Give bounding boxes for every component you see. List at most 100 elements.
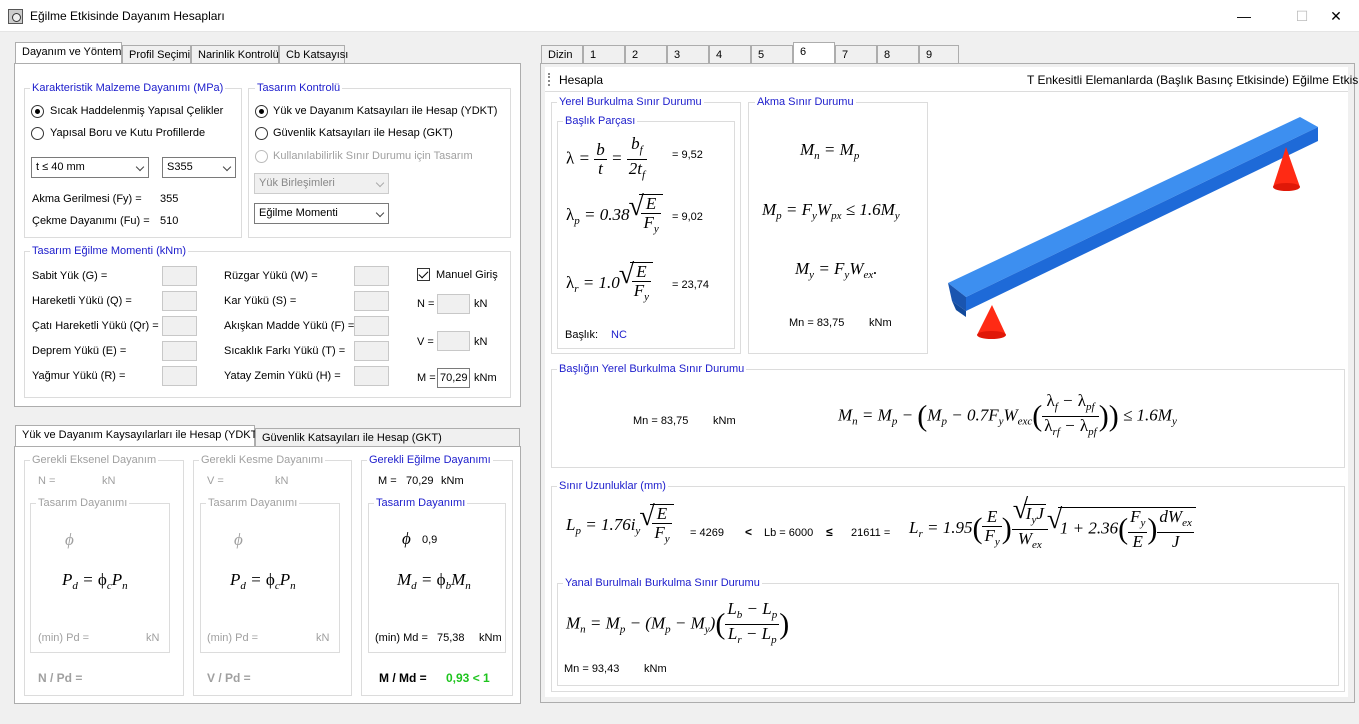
shear-v-unit: kN [275,475,289,487]
tab-2[interactable]: 2 [625,45,667,64]
load-combination-combo[interactable]: Yük Birleşimleri [254,173,389,194]
minimize-button[interactable]: — [1221,0,1267,32]
shear-design-title: Tasarım Dayanımı [206,497,300,509]
bending-md-unit: kNm [479,632,502,644]
radio-ydkt[interactable] [255,105,268,118]
radio-gkt[interactable] [255,127,268,140]
toolbar-heading: T Enkesitli Elemanlarda (Başlık Basınç E… [1027,73,1359,87]
bending-m-unit: kNm [441,475,464,487]
flb-mn-value: Mn = 83,75 [633,415,689,427]
thickness-value: t ≤ 40 mm [36,161,85,173]
tab-cb-katsayisi[interactable]: Cb Katsayısı [279,45,348,64]
radio-serviceability-label: Kullanılabilirlik Sınır Durumu için Tasa… [273,150,473,162]
flb-formula: Mn = Mp − (Mp − 0.7FyWexc(λf − λpf λrf − … [838,391,1177,439]
tab-6[interactable]: 6 [793,42,835,64]
m-input[interactable]: 70,29 [437,368,470,388]
yield-formula-3: My = FyWex. [795,259,878,281]
close-button[interactable]: ✕ [1313,0,1359,32]
load-r-label: Yağmur Yükü (R) = [32,370,126,382]
material-title: Karakteristik Malzeme Dayanımı (MPa) [30,82,226,94]
load-qr-input[interactable] [162,316,197,336]
axial-formula: Pd = ϕcPn [62,570,128,592]
axial-ratio: N / Pd = [38,671,83,685]
window-title: Eğilme Etkisinde Dayanım Hesapları [30,9,225,23]
right-support-base [1273,183,1300,191]
flb-mn-unit: kNm [713,415,736,427]
bending-md-value: 75,38 [437,632,465,644]
effect-combo[interactable]: Eğilme Momenti [254,203,389,224]
load-f-input[interactable] [354,316,389,336]
shear-title: Gerekli Kesme Dayanımı [199,454,326,466]
load-e-input[interactable] [162,341,197,361]
fu-label: Çekme Dayanımı (Fu) = [32,215,150,227]
chevron-down-icon [222,162,232,172]
tab-gkt[interactable]: Güvenlik Katsayıları ile Hesap (GKT) [255,428,520,447]
yield-mn-unit: kNm [869,317,892,329]
load-q-input[interactable] [162,291,197,311]
tab-4[interactable]: 4 [709,45,751,64]
bending-phi: ϕ [402,529,411,548]
shear-v-label: V = [207,475,224,487]
tab-9[interactable]: 9 [919,45,959,64]
axial-n-unit: kN [102,475,116,487]
radio-hot-rolled-label: Sıcak Haddelenmiş Yapısal Çelikler [50,105,224,117]
beam-side [966,127,1318,311]
bending-title: Gerekli Eğilme Dayanımı [367,454,493,466]
fy-value: 355 [160,193,179,205]
bending-phi-value: 0,9 [422,534,438,546]
load-e-label: Deprem Yükü (E) = [32,345,127,357]
load-s-input[interactable] [354,291,389,311]
tab-7[interactable]: 7 [835,45,877,64]
radio-hollow-sections-label: Yapısal Boru ve Kutu Profillerde [50,127,206,139]
bending-m-value: 70,29 [406,475,434,487]
lr-value: 21611 = [851,527,891,539]
load-r-input[interactable] [162,366,197,386]
tab-ydkt[interactable]: Yük ve Dayanım Kaysayılarları ile Hesap … [15,425,261,447]
axial-title: Gerekli Eksenel Dayanım [30,454,159,466]
shear-pd-label: (min) Pd = [207,632,259,644]
radio-hollow-sections[interactable] [31,127,44,140]
tab-8[interactable]: 8 [877,45,919,64]
tab-narinlik-kontrolu[interactable]: Narinlik Kontrolü [191,45,279,64]
ltb-mn-unit: kNm [644,663,667,675]
load-combination-value: Yük Birleşimleri [259,177,335,189]
lp-value: = 4269 [690,527,724,539]
tab-1[interactable]: 1 [583,45,625,64]
load-t-label: Sıcaklık Farkı Yükü (T) = [224,345,346,357]
load-qr-label: Çatı Hareketli Yükü (Qr) = [32,320,159,332]
design-moments-title: Tasarım Eğilme Momenti (kNm) [30,245,189,257]
manual-entry-label: Manuel Giriş [436,269,498,281]
radio-hot-rolled[interactable] [31,105,44,118]
thickness-combo[interactable]: t ≤ 40 mm [31,157,149,178]
axial-design-title: Tasarım Dayanımı [36,497,130,509]
shear-ratio: V / Pd = [207,671,251,685]
n-input[interactable] [437,294,470,314]
tab-5[interactable]: 5 [751,45,793,64]
flange-title: Başlık Parçası [563,115,638,127]
fy-label: Akma Gerilmesi (Fy) = [32,193,142,205]
local-buckling-title: Yerel Burkulma Sınır Durumu [557,96,704,108]
tab-dayanim-yontem[interactable]: Dayanım ve Yöntem [15,42,122,64]
axial-phi: ϕ [65,530,74,549]
flb-title: Başlığın Yerel Burkulma Sınır Durumu [557,363,747,375]
calculate-button[interactable]: Hesapla [559,73,603,87]
effect-value: Eğilme Momenti [259,207,338,219]
tab-profil-secimi[interactable]: Profil Seçimi [122,45,191,64]
v-unit: kN [474,336,488,348]
load-h-input[interactable] [354,366,389,386]
tab-dizin[interactable]: Dizin [541,45,583,64]
design-control-title: Tasarım Kontrolü [255,82,343,94]
load-g-input[interactable] [162,266,197,286]
load-t-input[interactable] [354,341,389,361]
steel-grade-value: S355 [167,161,193,173]
manual-entry-checkbox[interactable] [417,268,430,281]
beam-top-flange [948,117,1318,297]
lambda-r-formula: λr = 1.0EFy [566,259,654,306]
load-q-label: Hareketli Yükü (Q) = [32,295,132,307]
beam-illustration [948,117,1318,339]
load-w-input[interactable] [354,266,389,286]
v-input[interactable] [437,331,470,351]
tab-3[interactable]: 3 [667,45,709,64]
steel-grade-combo[interactable]: S355 [162,157,236,178]
radio-serviceability[interactable] [255,150,268,163]
